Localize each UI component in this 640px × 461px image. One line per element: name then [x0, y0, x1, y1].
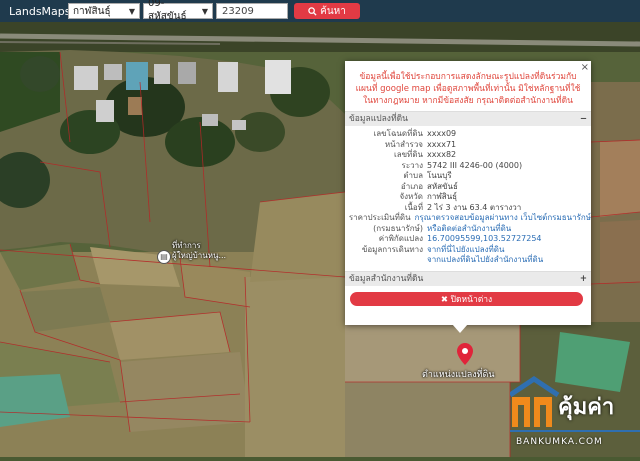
- info-row-label: เนื้อที่: [404, 202, 423, 212]
- info-row-value: xxxx82: [427, 150, 457, 159]
- watermark: คุ้มค่า BANKUMKA.COM: [508, 373, 640, 457]
- parcel-info-section-header[interactable]: ข้อมูลแปลงที่ดิน −: [345, 111, 591, 126]
- info-row: เนื้อที่ 2 ไร่ 3 งาน 63.4 ตารางวา: [345, 203, 591, 214]
- collapse-icon[interactable]: −: [580, 112, 587, 126]
- search-icon: [308, 6, 317, 16]
- poi-label-line1: ที่ทำการ: [172, 241, 201, 250]
- info-row: ระวาง 5742 III 4246-00 (4000): [345, 161, 591, 172]
- info-row-value: xxxx71: [427, 139, 457, 149]
- info-row-label: ค่าพิกัดแปลง: [378, 234, 423, 243]
- district-select[interactable]: 09-สหัสขันธ์ ▼: [143, 0, 213, 22]
- land-office-section-title: ข้อมูลสำนักงานที่ดิน: [349, 274, 424, 284]
- info-row: ตำบล โนนบุรี: [345, 171, 591, 182]
- province-select[interactable]: กาฬสินธุ์ ▼: [68, 3, 140, 19]
- info-row-label: ตำบล: [403, 171, 423, 180]
- info-row-label: ข้อมูลการเดินทาง: [361, 244, 423, 254]
- brand-name: LandsMaps: [9, 4, 71, 18]
- info-row: ราคาประเมินที่ดิน กรุณาตรวจสอบข้อมูลผ่านท…: [345, 213, 591, 224]
- info-row-value: สหัสขันธ์: [427, 181, 458, 191]
- province-value: กาฬสินธุ์: [73, 5, 111, 17]
- info-row-link[interactable]: จากที่นี่ไปยังแปลงที่ดิน: [427, 245, 504, 256]
- poi-label-line2: ผู้ใหญ่บ้านหนู...: [172, 251, 227, 260]
- search-button[interactable]: ค้นหา: [294, 3, 360, 19]
- parcel-number-value: 23209: [222, 5, 254, 17]
- info-row: อำเภอ สหัสขันธ์: [345, 182, 591, 193]
- disclaimer-notice: ข้อมูลนี้เพื่อใช้ประกอบการแสดงลักษณะรูปแ…: [355, 72, 581, 106]
- parcel-info-rows: เลขโฉนดที่ดิน xxxx09 หน้าสำรวจ xxxx71 เลขที่…: [345, 126, 591, 266]
- info-row-label: เลขที่ดิน: [393, 150, 423, 159]
- popup-pointer: [452, 324, 468, 333]
- poi-label: ที่ทำการ ผู้ใหญ่บ้านหนู...: [172, 241, 226, 261]
- info-row-label: [345, 255, 427, 266]
- info-row-label: (กรมธนารักษ์): [373, 223, 423, 233]
- info-row-value: โนนบุรี: [427, 171, 452, 180]
- parcel-info-popup: × ข้อมูลนี้เพื่อใช้ประกอบการแสดงลักษณะรู…: [345, 61, 591, 325]
- info-row: เลขโฉนดที่ดิน xxxx09: [345, 129, 591, 140]
- popup-close-icon[interactable]: ×: [581, 62, 589, 73]
- info-row-label: หน้าสำรวจ: [384, 139, 423, 149]
- district-value: 09-สหัสขันธ์: [148, 0, 187, 22]
- poi-marker-icon[interactable]: ▤: [157, 250, 171, 264]
- top-bar: LandsMaps กาฬสินธุ์ ▼ 09-สหัสขันธ์ ▼ 232…: [0, 0, 640, 22]
- expand-icon[interactable]: +: [580, 272, 587, 286]
- parcel-number-input[interactable]: 23209: [216, 3, 288, 19]
- info-row-label: ราคาประเมินที่ดิน: [348, 213, 411, 222]
- info-row-label: เลขโฉนดที่ดิน: [373, 129, 423, 138]
- search-button-label: ค้นหา: [320, 5, 346, 17]
- info-row: (กรมธนารักษ์) หรือติดต่อสำนักงานที่ดิน: [345, 224, 591, 235]
- info-row-label: อำเภอ: [400, 181, 423, 191]
- chevron-down-icon: ▼: [201, 6, 208, 16]
- chevron-down-icon: ▼: [128, 6, 135, 16]
- info-row: หน้าสำรวจ xxxx71: [345, 140, 591, 151]
- info-row-link[interactable]: หรือติดต่อสำนักงานที่ดิน: [427, 224, 511, 235]
- info-row-value: 5742 III 4246-00 (4000): [427, 160, 523, 170]
- info-row-link[interactable]: กรุณาตรวจสอบข้อมูลผ่านทาง เว็บไซต์กรมธนา…: [415, 213, 591, 224]
- info-row-value: 2 ไร่ 3 งาน 63.4 ตารางวา: [427, 202, 522, 212]
- info-row-value: xxxx09: [427, 129, 457, 138]
- info-row: ข้อมูลการเดินทาง จากที่นี่ไปยังแปลงที่ดิน: [345, 245, 591, 256]
- info-row: จากแปลงที่ดินไปยังสำนักงานที่ดิน: [345, 255, 591, 266]
- info-row-label: ระวาง: [401, 160, 423, 170]
- close-window-button[interactable]: ✖ ปิดหน้าต่าง: [350, 292, 583, 306]
- parcel-location-label: ตำแหน่งแปลงที่ดิน: [422, 370, 495, 380]
- info-row: จังหวัด กาฬสินธุ์: [345, 192, 591, 203]
- info-row-link[interactable]: จากแปลงที่ดินไปยังสำนักงานที่ดิน: [427, 255, 543, 266]
- info-row-value: กาฬสินธุ์: [427, 192, 458, 201]
- info-row: เลขที่ดิน xxxx82: [345, 150, 591, 161]
- location-pin-icon[interactable]: [457, 343, 473, 365]
- parcel-info-section-title: ข้อมูลแปลงที่ดิน: [349, 114, 408, 124]
- watermark-text: คุ้มค่า: [558, 395, 615, 420]
- info-row-label: จังหวัด: [399, 192, 423, 201]
- land-office-section-header[interactable]: ข้อมูลสำนักงานที่ดิน +: [345, 271, 591, 286]
- info-row-link[interactable]: 16.70095599,103.52727254: [427, 234, 542, 245]
- info-row: ค่าพิกัดแปลง 16.70095599,103.52727254: [345, 234, 591, 245]
- brand[interactable]: LandsMaps: [5, 4, 71, 18]
- watermark-domain: BANKUMKA.COM: [516, 437, 603, 447]
